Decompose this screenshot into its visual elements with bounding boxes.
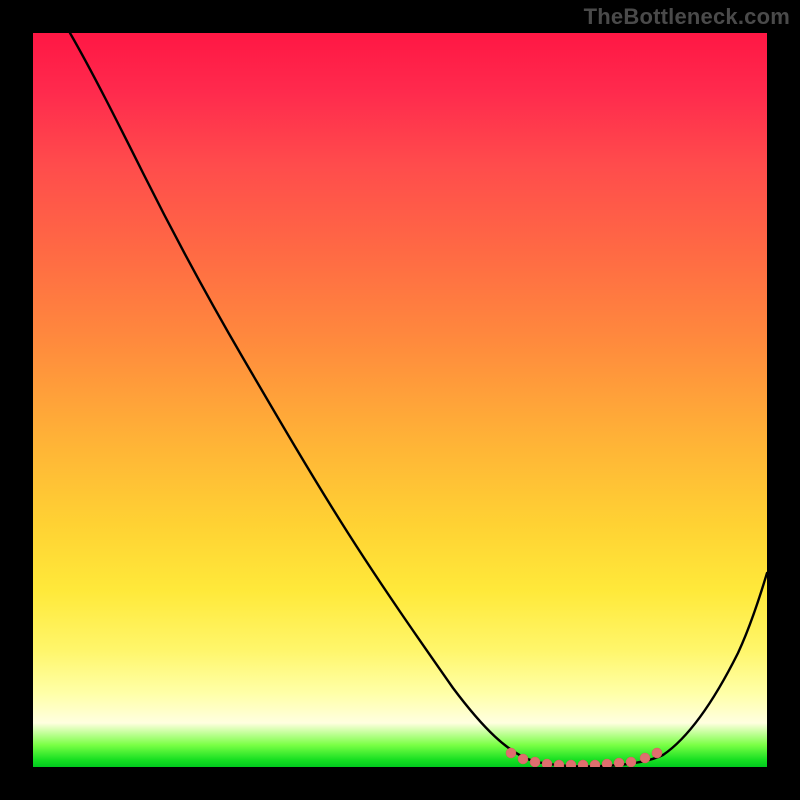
plot-area xyxy=(33,33,767,767)
chart-frame: TheBottleneck.com xyxy=(0,0,800,800)
watermark-text: TheBottleneck.com xyxy=(584,4,790,30)
main-curve-path xyxy=(70,33,767,766)
valley-markers xyxy=(506,748,662,767)
curve-svg xyxy=(33,33,767,767)
